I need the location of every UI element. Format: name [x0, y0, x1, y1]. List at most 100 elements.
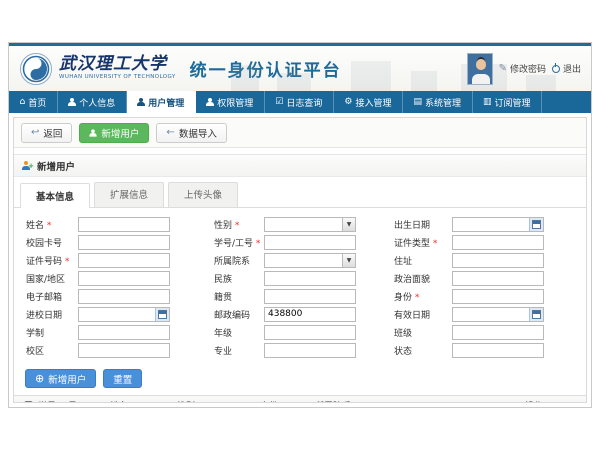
field-label: 电子邮箱	[26, 290, 78, 303]
nav-label: 系统管理	[425, 96, 461, 109]
status-input[interactable]	[452, 343, 544, 358]
grade-input[interactable]	[264, 325, 356, 340]
add-user-icon: +	[22, 161, 32, 170]
key-icon	[206, 98, 214, 106]
identity-input[interactable]	[452, 289, 544, 304]
submit-add-user-button[interactable]: ⊕ 新增用户	[25, 369, 96, 388]
address-input[interactable]	[452, 253, 544, 268]
calendar-icon[interactable]	[155, 308, 169, 321]
field-label: 邮政编码	[214, 308, 264, 321]
field-label: 姓名 *	[26, 218, 78, 231]
class-input[interactable]	[452, 325, 544, 340]
user-avatar[interactable]	[467, 53, 493, 85]
tab-basic-info[interactable]: 基本信息	[20, 183, 90, 208]
data-import-label: 数据导入	[179, 126, 217, 140]
submit-button-label: 新增用户	[48, 372, 86, 386]
data-import-button[interactable]: ← 数据导入	[156, 123, 226, 143]
address-field: 住址	[394, 253, 586, 268]
campus-field: 校区	[26, 343, 214, 358]
university-logo	[19, 52, 53, 86]
change-password-link[interactable]: ✎ 修改密码	[499, 62, 546, 75]
valid-date-picker[interactable]	[452, 307, 544, 322]
birthdate-picker[interactable]	[452, 217, 544, 232]
select-all-checkbox[interactable]	[24, 401, 33, 404]
add-user-toolbar-button[interactable]: 新增用户	[79, 123, 149, 143]
column-header-department: 所属院系	[315, 399, 525, 404]
student-id-input[interactable]	[264, 235, 356, 250]
toolbar: ↩ 返回 新增用户 ← 数据导入	[14, 118, 586, 148]
change-password-label: 修改密码	[510, 62, 546, 75]
department-input[interactable]	[265, 254, 342, 267]
person-icon	[68, 98, 76, 106]
id-type-input[interactable]	[452, 235, 544, 250]
university-name-cn: 武汉理工大学	[59, 56, 176, 73]
field-label: 年级	[214, 326, 264, 339]
university-name-en: WUHAN UNIVERSITY OF TECHNOLOGY	[59, 75, 176, 81]
email-input[interactable]	[78, 289, 170, 304]
status-field: 状态	[394, 343, 586, 358]
select-all-cell	[14, 401, 38, 404]
user-table-header: 学号/工号 姓名 性别 身份 所属院系 操作	[14, 395, 586, 403]
nav-label: 首页	[28, 96, 46, 109]
tab-upload-avatar[interactable]: 上传头像	[168, 182, 238, 207]
reset-button[interactable]: 重置	[103, 369, 142, 388]
section-title: 新增用户	[37, 159, 75, 173]
postal-code-input[interactable]	[264, 307, 356, 322]
field-label: 性别 *	[214, 218, 264, 231]
ethnicity-input[interactable]	[264, 271, 356, 286]
chevron-down-icon[interactable]: ▼	[342, 218, 355, 231]
subscribe-icon: ▥	[483, 98, 492, 107]
country-input[interactable]	[78, 271, 170, 286]
power-icon	[552, 65, 560, 73]
grade-field: 年级	[214, 325, 394, 340]
logout-link[interactable]: 退出	[552, 62, 581, 75]
political-status-input[interactable]	[452, 271, 544, 286]
nav-item-permission-management[interactable]: 权限管理	[196, 91, 265, 113]
calendar-icon[interactable]	[529, 308, 543, 321]
form-row: 电子邮箱 籍贯 身份 *	[14, 287, 586, 305]
nav-item-system-management[interactable]: ▤ 系统管理	[403, 91, 473, 113]
nav-item-user-management[interactable]: 用户管理	[127, 91, 196, 113]
nav-label: 用户管理	[148, 96, 184, 109]
enroll-date-field: 进校日期	[26, 307, 214, 322]
valid-date-input[interactable]	[453, 308, 529, 321]
name-input[interactable]	[78, 217, 170, 232]
nav-label: 权限管理	[217, 96, 253, 109]
schooling-length-input[interactable]	[78, 325, 170, 340]
nav-item-log-query[interactable]: ☑ 日志查询	[265, 91, 334, 113]
import-arrow-icon: ←	[166, 128, 174, 138]
plus-circle-icon: ⊕	[35, 373, 44, 384]
enroll-date-input[interactable]	[79, 308, 155, 321]
column-header-gender: 性别	[177, 399, 260, 404]
nav-item-subscription-management[interactable]: ▥ 订阅管理	[473, 91, 543, 113]
back-button[interactable]: ↩ 返回	[21, 123, 72, 143]
reset-button-label: 重置	[113, 372, 132, 386]
nav-item-access-management[interactable]: ⚙ 接入管理	[334, 91, 403, 113]
nav-label: 接入管理	[355, 96, 391, 109]
department-select[interactable]: ▼	[264, 253, 356, 268]
gender-select[interactable]: ▼	[264, 217, 356, 232]
pencil-icon: ✎	[499, 63, 507, 74]
postal-code-field: 邮政编码	[214, 307, 394, 322]
id-number-input[interactable]	[78, 253, 170, 268]
political-status-field: 政治面貌	[394, 271, 586, 286]
nav-item-personal-info[interactable]: 个人信息	[58, 91, 127, 113]
native-place-input[interactable]	[264, 289, 356, 304]
field-label: 证件类型 *	[394, 236, 452, 249]
enroll-date-picker[interactable]	[78, 307, 170, 322]
department-field: 所属院系 ▼	[214, 253, 394, 268]
gender-input[interactable]	[265, 218, 342, 231]
campus-card-input[interactable]	[78, 235, 170, 250]
chevron-down-icon[interactable]: ▼	[342, 254, 355, 267]
birthdate-input[interactable]	[453, 218, 529, 231]
form-row: 进校日期 邮政编码 有效日期	[14, 305, 586, 323]
add-user-toolbar-label: 新增用户	[101, 126, 139, 140]
tab-extended-info[interactable]: 扩展信息	[94, 182, 164, 207]
campus-input[interactable]	[78, 343, 170, 358]
major-input[interactable]	[264, 343, 356, 358]
calendar-icon[interactable]	[529, 218, 543, 231]
nav-item-home[interactable]: ⌂ 首页	[9, 91, 58, 113]
field-label: 状态	[394, 344, 452, 357]
field-label: 专业	[214, 344, 264, 357]
email-field: 电子邮箱	[26, 289, 214, 304]
